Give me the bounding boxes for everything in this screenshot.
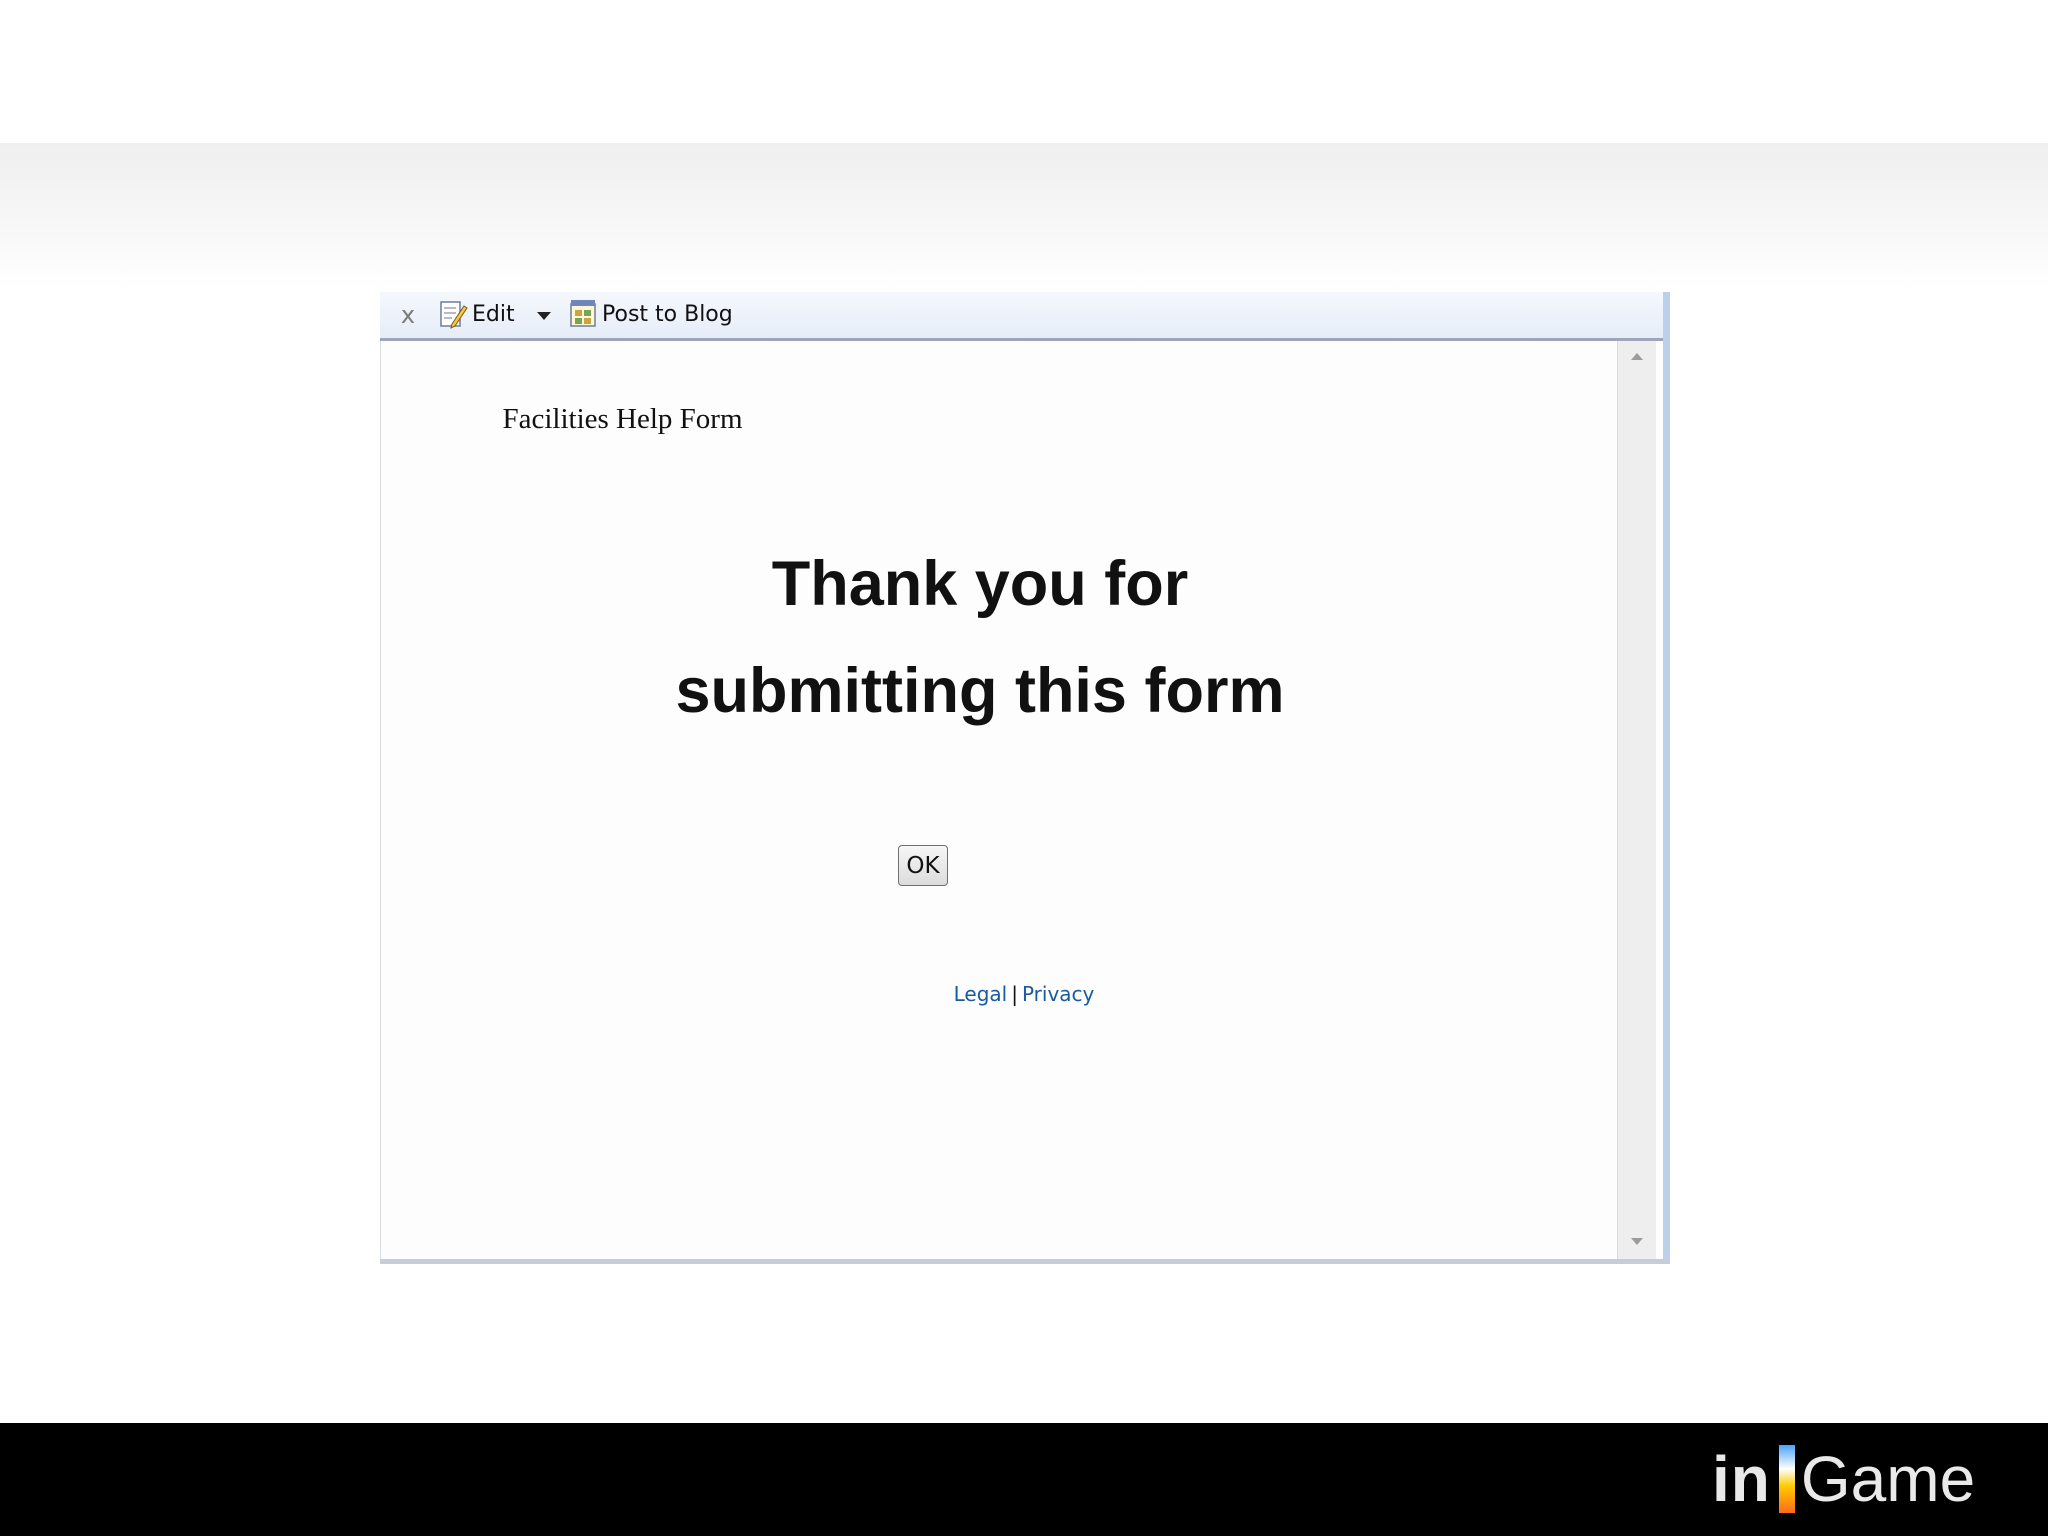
edit-button[interactable]: Edit <box>438 296 515 332</box>
header-gradient-band <box>0 143 2048 290</box>
vertical-scrollbar[interactable] <box>1617 341 1656 1259</box>
edit-pencil-icon <box>440 301 468 329</box>
edit-button-label: Edit <box>472 301 515 327</box>
link-separator: | <box>1011 982 1018 1006</box>
ingame-logo: in Game <box>1712 1441 1975 1517</box>
form-title: Facilities Help Form <box>502 403 743 435</box>
logo-text-in: in <box>1712 1443 1771 1515</box>
privacy-link[interactable]: Privacy <box>1022 982 1094 1006</box>
thank-you-line-1: Thank you for <box>771 549 1189 619</box>
logo-color-bar <box>1778 1445 1795 1513</box>
footer-links: Legal | Privacy <box>0 982 2048 1006</box>
scroll-up-arrow-icon[interactable] <box>1631 353 1643 360</box>
legal-link[interactable]: Legal <box>954 982 1008 1006</box>
scroll-down-arrow-icon[interactable] <box>1631 1238 1643 1245</box>
thank-you-line-2: submitting this form <box>675 656 1285 726</box>
thank-you-message: Thank you for submitting this form <box>530 531 1430 745</box>
page-content <box>380 341 1626 1259</box>
browser-popup-window: x Edit Post to Blog <box>380 292 1670 1264</box>
blog-post-icon <box>570 300 596 327</box>
ok-button[interactable]: OK <box>898 845 948 886</box>
toolbar: x Edit Post to Blog <box>380 292 1663 341</box>
post-to-blog-button[interactable]: Post to Blog <box>568 296 733 332</box>
dropdown-arrow-icon[interactable] <box>534 304 554 326</box>
post-to-blog-label: Post to Blog <box>602 301 733 327</box>
logo-text-game: Game <box>1800 1443 1976 1515</box>
close-icon[interactable]: x <box>394 301 422 329</box>
